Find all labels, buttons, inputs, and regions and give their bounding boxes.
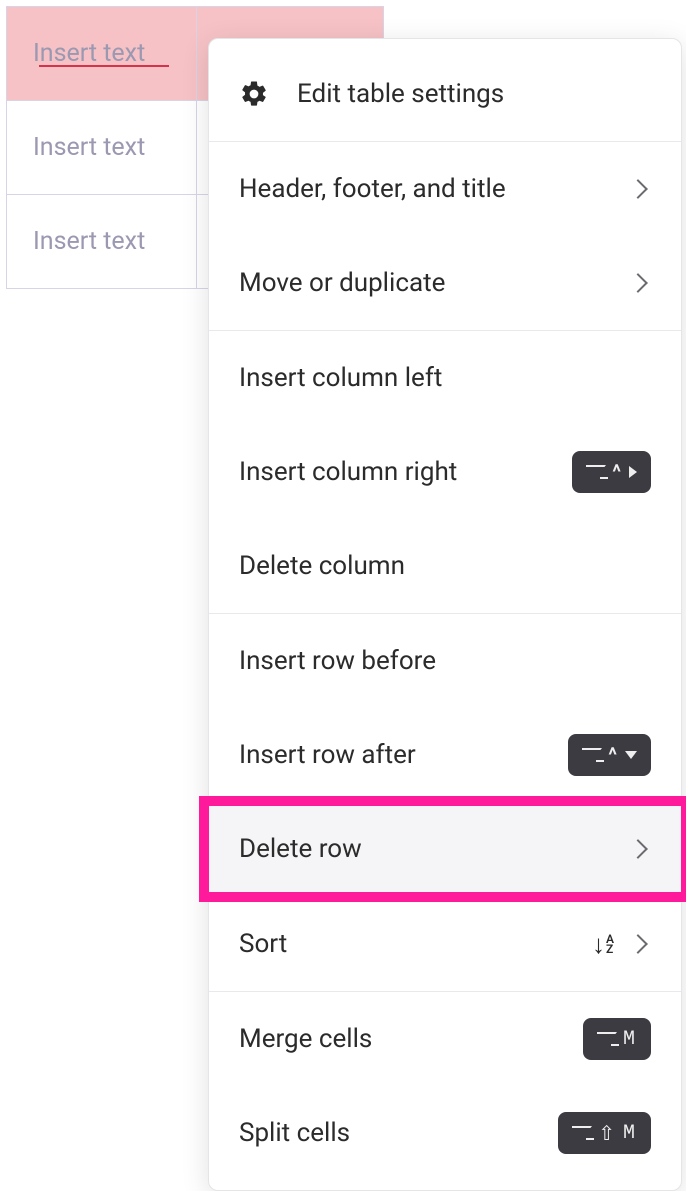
menu-item-label: Delete row [239,834,631,864]
control-key-icon: ^ [608,745,619,765]
menu-item-label: Edit table settings [297,79,651,109]
cell-placeholder: Insert text [33,227,145,256]
strike-line [39,65,169,67]
gear-icon [239,79,269,109]
menu-move-or-duplicate[interactable]: Move or duplicate [209,236,681,330]
shortcut-badge: M [583,1018,651,1060]
menu-insert-column-left[interactable]: Insert column left [209,331,681,425]
arrow-down-icon [625,751,637,759]
menu-insert-column-right[interactable]: Insert column right ^ [209,425,681,519]
control-key-icon: ^ [612,462,623,482]
menu-sort[interactable]: Sort ↓AZ [209,897,681,991]
menu-item-label: Insert column right [239,457,572,487]
chevron-right-icon [628,934,648,954]
cell-placeholder: Insert text [33,39,145,68]
menu-item-label: Header, footer, and title [239,174,631,204]
table-cell[interactable]: Insert text [7,101,197,194]
chevron-right-icon [628,273,648,293]
menu-split-cells[interactable]: Split cells ⇧ M [209,1086,681,1180]
chevron-right-icon [628,839,648,859]
menu-item-label: Insert column left [239,363,651,393]
menu-delete-row[interactable]: Delete row [209,802,681,896]
menu-item-label: Insert row before [239,646,651,676]
menu-insert-row-before[interactable]: Insert row before [209,614,681,708]
option-key-icon [582,748,602,762]
menu-item-label: Delete column [239,551,651,581]
menu-delete-column[interactable]: Delete column [209,519,681,613]
shortcut-key-letter: M [623,1028,637,1051]
shift-key-icon: ⇧ [598,1121,617,1145]
menu-item-label: Move or duplicate [239,268,631,298]
option-key-icon [586,465,606,479]
menu-insert-row-after[interactable]: Insert row after ^ [209,708,681,802]
shortcut-badge: ^ [572,451,651,493]
menu-item-label: Sort [239,929,592,959]
menu-edit-table-settings[interactable]: Edit table settings [209,47,681,141]
menu-merge-cells[interactable]: Merge cells M [209,992,681,1086]
menu-item-label: Split cells [239,1118,558,1148]
table-cell[interactable]: Insert text [7,7,197,100]
menu-item-label: Insert row after [239,740,568,770]
option-key-icon [572,1126,592,1140]
chevron-right-icon [628,179,648,199]
table-context-menu: Edit table settings Header, footer, and … [208,38,682,1191]
menu-item-label: Merge cells [239,1024,583,1054]
table-cell[interactable]: Insert text [7,195,197,288]
shortcut-key-letter: M [623,1122,637,1145]
shortcut-badge: ⇧ M [558,1112,651,1154]
menu-header-footer-title[interactable]: Header, footer, and title [209,142,681,236]
sort-az-icon: ↓AZ [592,929,613,960]
option-key-icon [597,1032,617,1046]
arrow-right-icon [629,466,637,478]
cell-placeholder: Insert text [33,133,145,162]
shortcut-badge: ^ [568,734,651,776]
